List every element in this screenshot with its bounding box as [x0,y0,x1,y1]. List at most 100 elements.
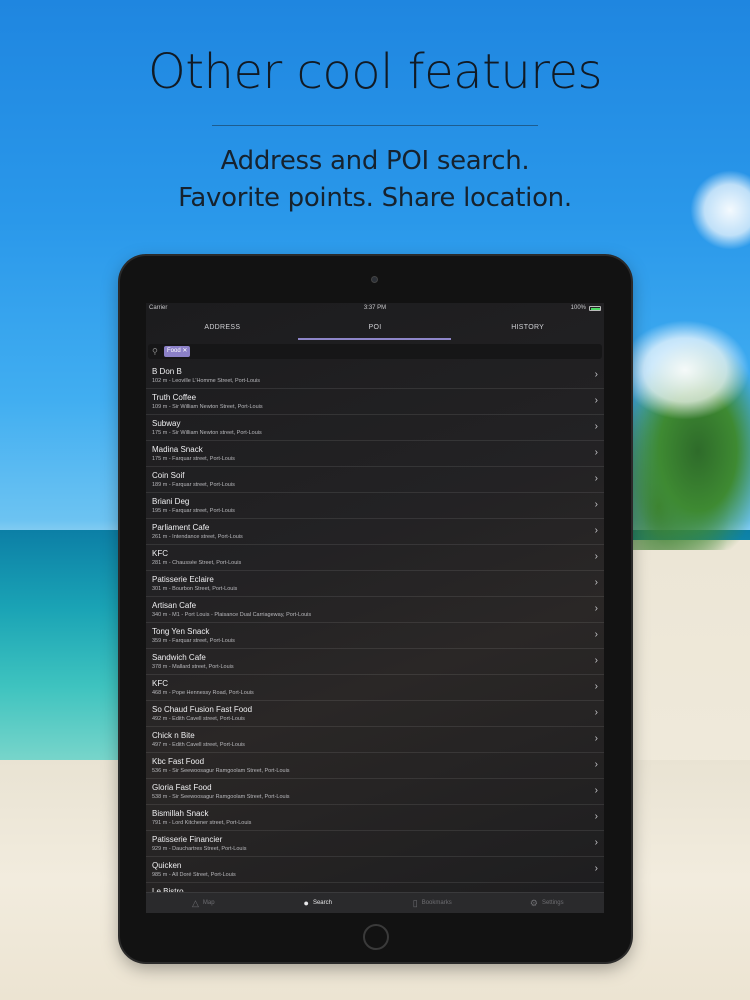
gear-icon: ⚙ [529,897,538,908]
poi-address: 497 m - Edith Cavell street, Port-Louis [152,742,245,748]
map-icon: △ [191,897,199,908]
list-item[interactable]: Artisan Cafe 340 m - M1 - Port Louis - Pl… [146,597,604,623]
list-item[interactable]: Quicken 985 m - All Doré Street, Port-Lou… [146,857,604,883]
tabbar-label: Search [312,900,332,906]
home-button[interactable] [363,924,389,950]
poi-address: 468 m - Pope Hennessy Road, Port-Louis [152,690,254,696]
poi-name: B Don B [152,367,182,376]
poi-address: 536 m - Sir Seewoosagur Ramgoolam Street… [152,768,290,774]
tabbar-item-map[interactable]: △ Map [146,893,261,913]
list-item[interactable]: Gloria Fast Food 538 m - Sir Seewoosagur … [146,779,604,805]
tabbar-item-bookmarks[interactable]: ▯ Bookmarks [375,893,490,913]
list-item[interactable]: Kbc Fast Food 536 m - Sir Seewoosagur Ram… [146,753,604,779]
status-bar: Carrier 3:37 PM 100% [146,303,604,315]
poi-name: Patisserie Financier [152,835,223,844]
poi-name: Parliament Cafe [152,523,210,532]
chevron-right-icon: › [594,473,598,484]
list-item[interactable]: B Don B 102 m - Leoville L'Homme Street, … [146,363,604,389]
poi-name: Madina Snack [152,445,203,454]
subline-2: Favorite points. Share location. [178,183,572,213]
poi-address: 195 m - Farquar street, Port-Louis [152,508,235,514]
list-item[interactable]: Subway 175 m - Sir William Newton street,… [146,415,604,441]
list-item[interactable]: Parliament Cafe 261 m - Intendance street… [146,519,604,545]
list-item[interactable]: KFC 281 m - Chaussée Street, Port-Louis › [146,545,604,571]
chevron-right-icon: › [594,551,598,562]
chevron-right-icon: › [594,837,598,848]
poi-name: Subway [152,419,181,428]
poi-address: 378 m - Mallard street, Port-Louis [152,664,234,670]
poi-address: 791 m - Lord Kitchener street, Port-Loui… [152,820,252,826]
poi-name: Gloria Fast Food [152,783,212,792]
poi-list: B Don B 102 m - Leoville L'Homme Street, … [146,363,604,909]
list-item[interactable]: Bismillah Snack 791 m - Lord Kitchener st… [146,805,604,831]
tab-history[interactable]: HISTORY [451,315,604,341]
poi-address: 102 m - Leoville L'Homme Street, Port-Lo… [152,378,261,384]
list-item[interactable]: Coin Soif 189 m - Farquar street, Port-Lo… [146,467,604,493]
tabbar-item-search[interactable]: ● Search [261,893,376,913]
list-item[interactable]: Briani Deg 195 m - Farquar street, Port-L… [146,493,604,519]
tabbar-label: Map [202,900,215,906]
poi-name: So Chaud Fusion Fast Food [152,705,253,714]
poi-name: Tong Yen Snack [152,627,210,636]
chevron-right-icon: › [594,395,598,406]
subline-1: Address and POI search. [220,146,530,176]
tab-bar: △ Map ● Search ▯ Bookmarks ⚙ Settings [146,892,604,913]
chevron-right-icon: › [594,863,598,874]
poi-address: 492 m - Edith Cavell street, Port-Louis [152,716,245,722]
chevron-right-icon: › [594,759,598,770]
chevron-right-icon: › [594,733,598,744]
list-item[interactable]: Tong Yen Snack 359 m - Farquar street, Po… [146,623,604,649]
ipad-device: Carrier 3:37 PM 100% ADDRESS POI HISTORY… [120,256,631,962]
chevron-right-icon: › [594,785,598,796]
list-item[interactable]: Sandwich Cafe 378 m - Mallard street, Por… [146,649,604,675]
tab-address[interactable]: ADDRESS [146,315,299,341]
chevron-right-icon: › [594,447,598,458]
list-item[interactable]: Patisserie Eclaire 301 m - Bourbon Street… [146,571,604,597]
poi-address: 189 m - Farquar street, Port-Louis [152,482,235,488]
poi-name: Briani Deg [152,497,190,506]
segment-tabs: ADDRESS POI HISTORY [146,315,604,341]
poi-address: 301 m - Bourbon Street, Port-Louis [152,586,238,592]
list-item[interactable]: Madina Snack 175 m - Farquar street, Port… [146,441,604,467]
chevron-right-icon: › [594,707,598,718]
app-screen: Carrier 3:37 PM 100% ADDRESS POI HISTORY… [146,303,604,913]
chevron-right-icon: › [594,499,598,510]
poi-address: 929 m - Dauchartres Street, Port-Louis [152,846,247,852]
poi-address: 985 m - All Doré Street, Port-Louis [152,872,236,878]
chevron-right-icon: › [594,369,598,380]
tabbar-label: Bookmarks [421,900,452,906]
cloud [620,320,750,420]
poi-address: 175 m - Farquar street, Port-Louis [152,456,235,462]
list-item[interactable]: Chick n Bite 497 m - Edith Cavell street,… [146,727,604,753]
list-item[interactable]: So Chaud Fusion Fast Food 492 m - Edith C… [146,701,604,727]
tabbar-item-settings[interactable]: ⚙ Settings [490,893,605,913]
chevron-right-icon: › [594,655,598,666]
filter-chip[interactable]: Food ✕ [164,346,191,357]
list-item[interactable]: KFC 468 m - Pope Hennessy Road, Port-Loui… [146,675,604,701]
chevron-right-icon: › [594,811,598,822]
poi-name: Quicken [152,861,182,870]
tabbar-label: Settings [541,900,564,906]
poi-name: KFC [152,679,168,688]
search-icon: ⚲ [152,347,158,356]
battery-percent: 100% [570,305,586,311]
bookmark-icon: ▯ [412,897,418,908]
chevron-right-icon: › [594,421,598,432]
poi-name: Coin Soif [152,471,185,480]
search-input[interactable]: ⚲ Food ✕ [148,344,602,359]
chevron-right-icon: › [594,577,598,588]
clock: 3:37 PM [363,305,387,311]
battery-icon [589,306,601,311]
poi-address: 281 m - Chaussée Street, Port-Louis [152,560,242,566]
chevron-right-icon: › [594,629,598,640]
chevron-right-icon: › [594,603,598,614]
headline: Other cool features [147,44,603,100]
camera [371,276,378,283]
poi-name: Bismillah Snack [152,809,209,818]
poi-name: Patisserie Eclaire [152,575,214,584]
poi-name: Chick n Bite [152,731,195,740]
poi-address: 109 m - Sir William Newton Street, Port-… [152,404,263,410]
list-item[interactable]: Truth Coffee 109 m - Sir William Newton S… [146,389,604,415]
poi-name: Kbc Fast Food [152,757,205,766]
list-item[interactable]: Patisserie Financier 929 m - Dauchartres … [146,831,604,857]
